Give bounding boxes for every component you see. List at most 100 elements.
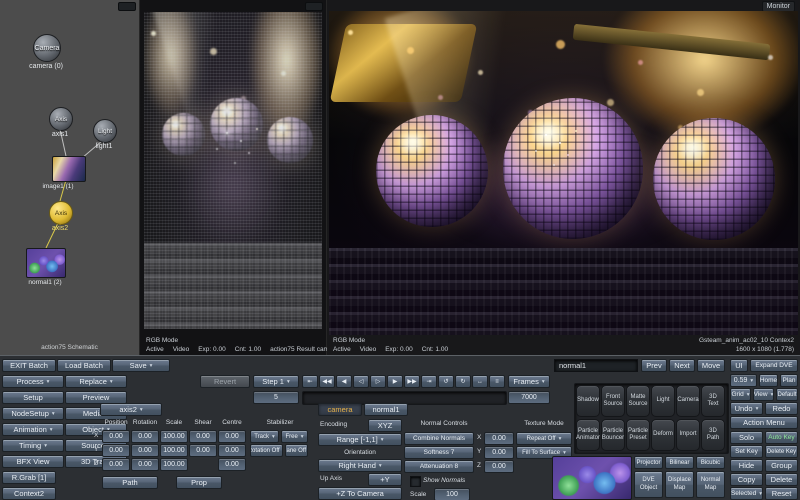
delete-button[interactable]: Delete: [765, 473, 798, 486]
current-object-name-field[interactable]: normal1: [554, 359, 638, 372]
node-setup-button[interactable]: NodeSetup: [2, 407, 64, 420]
step-forward-button[interactable]: ▷: [370, 375, 386, 388]
delete-key-button[interactable]: Delete Key: [765, 445, 798, 458]
ping-pong-button[interactable]: ↔: [472, 375, 488, 388]
bilinear-button[interactable]: Bilinear: [665, 456, 694, 469]
play-button[interactable]: ▶: [387, 375, 403, 388]
frames-dropdown[interactable]: Frames: [508, 375, 550, 388]
timing-button[interactable]: Timing: [2, 439, 64, 452]
timeline-options-button[interactable]: ≡: [489, 375, 505, 388]
bin-light-node[interactable]: Light: [651, 385, 675, 417]
hide-button[interactable]: Hide: [730, 459, 763, 472]
centre-z-field[interactable]: 0.00: [218, 458, 246, 471]
show-normals-checkbox[interactable]: [410, 476, 421, 487]
scale-y-field[interactable]: 100.00: [160, 444, 188, 457]
bin-3d-path-node[interactable]: 3D Path: [701, 419, 725, 451]
loop-reverse-button[interactable]: ↺: [438, 375, 454, 388]
play-reverse-button[interactable]: ◀: [336, 375, 352, 388]
centre-y-field[interactable]: 0.00: [218, 444, 246, 457]
normal-z-field[interactable]: 0.00: [484, 460, 514, 473]
go-to-start-button[interactable]: ⇤: [302, 375, 318, 388]
normal-map-button[interactable]: Normal Map: [696, 471, 725, 498]
stabilizer-track-dropdown[interactable]: Track: [250, 430, 279, 443]
monitor-contrast-value[interactable]: Cnt: 1.00: [422, 346, 448, 353]
path-button[interactable]: Path: [102, 476, 158, 489]
bicubic-button[interactable]: Bicubic: [696, 456, 725, 469]
monitor-active-label[interactable]: Active: [333, 346, 351, 353]
ui-button[interactable]: UI: [730, 359, 748, 372]
undo-button[interactable]: Undo: [730, 402, 763, 415]
normals-scale-field[interactable]: 100: [434, 488, 470, 500]
bin-import-node[interactable]: Import: [676, 419, 700, 451]
fast-forward-button[interactable]: ▶▶: [404, 375, 420, 388]
scale-x-field[interactable]: 100.00: [160, 430, 188, 443]
grid-dropdown[interactable]: Grid: [730, 388, 751, 401]
monitor-exposure-value[interactable]: Exp: 0.00: [385, 346, 412, 353]
bin-shadow-node[interactable]: Shadow: [576, 385, 600, 417]
rotation-z-field[interactable]: 0.00: [131, 458, 159, 471]
loop-button[interactable]: ↻: [455, 375, 471, 388]
bin-particle-preset-node[interactable]: Particle Preset: [626, 419, 650, 451]
normal-map-preview[interactable]: [552, 456, 632, 500]
replace-dropdown[interactable]: Replace: [65, 375, 127, 388]
process-button[interactable]: Process: [2, 375, 64, 388]
encoding-value-button[interactable]: XYZ: [368, 419, 402, 432]
schematic-node-camera[interactable]: Camera: [33, 34, 61, 62]
bin-camera-node[interactable]: Camera: [676, 385, 700, 417]
schematic-node-axis1[interactable]: Axis: [49, 107, 73, 131]
result-exposure-value[interactable]: Exp: 0.00: [198, 346, 225, 353]
bin-matte-source-node[interactable]: Matte Source: [626, 385, 650, 417]
up-axis-value-button[interactable]: +Y: [368, 473, 402, 486]
expand-dve-button[interactable]: Expand DVE: [750, 359, 798, 372]
centre-x-field[interactable]: 0.00: [218, 430, 246, 443]
z-to-camera-button[interactable]: +Z To Camera: [318, 487, 402, 500]
shear-y-field[interactable]: 0.00: [189, 444, 217, 457]
range-dropdown[interactable]: Range [-1,1]: [318, 433, 402, 446]
tab-camera[interactable]: camera: [318, 403, 362, 416]
next-object-button[interactable]: Next: [669, 359, 695, 372]
revert-button[interactable]: Revert: [200, 375, 250, 388]
displace-map-button[interactable]: Displace Map: [665, 471, 694, 498]
selected-dropdown[interactable]: Selected: [730, 487, 763, 500]
projector-button[interactable]: Projector: [634, 456, 663, 469]
repeat-mode-dropdown[interactable]: Repeat Off: [516, 432, 572, 445]
position-y-field[interactable]: 0.00: [102, 444, 130, 457]
position-x-field[interactable]: 0.00: [102, 430, 130, 443]
result-corner-controls[interactable]: [305, 2, 323, 11]
bin-3d-text-node[interactable]: 3D Text: [701, 385, 725, 417]
dve-object-button[interactable]: DVE Object: [634, 471, 663, 498]
plan-view-button[interactable]: Plan: [780, 374, 798, 387]
setup-button[interactable]: Setup: [2, 391, 64, 404]
bin-particle-animator-node[interactable]: Particle Animator: [576, 419, 600, 451]
shear-x-field[interactable]: 0.00: [189, 430, 217, 443]
bfx-view-button[interactable]: BFX View: [2, 455, 64, 468]
rotation-y-field[interactable]: 0.00: [131, 444, 159, 457]
reset-button[interactable]: Reset: [765, 487, 798, 500]
redo-button[interactable]: Redo: [765, 402, 798, 415]
bin-front-source-node[interactable]: Front Source: [601, 385, 625, 417]
result-video-label[interactable]: Video: [173, 346, 190, 353]
scale-z-field[interactable]: 100.00: [160, 458, 188, 471]
action-menu-button[interactable]: Action Menu: [730, 416, 798, 429]
go-to-end-button[interactable]: ⇥: [421, 375, 437, 388]
step-dropdown[interactable]: Step 1: [253, 375, 299, 388]
default-view-button[interactable]: Default: [776, 388, 798, 401]
right-hand-dropdown[interactable]: Right Hand: [318, 459, 402, 472]
position-z-field[interactable]: 0.00: [102, 458, 130, 471]
normal-x-field[interactable]: 0.00: [484, 432, 514, 445]
stabilizer-plane-mode-dropdown[interactable]: Plane Off: [285, 444, 308, 457]
exit-batch-button[interactable]: EXIT Batch: [2, 359, 56, 372]
result-active-label[interactable]: Active: [146, 346, 164, 353]
tab-normal1[interactable]: normal1: [364, 403, 408, 416]
end-frame-field[interactable]: 7000: [508, 391, 550, 404]
schematic-node-axis2[interactable]: Axis: [49, 201, 73, 225]
save-button[interactable]: Save: [112, 359, 170, 372]
zoom-factor-field[interactable]: 0.59: [730, 374, 757, 387]
set-key-button[interactable]: Set Key: [730, 445, 763, 458]
home-view-button[interactable]: Home: [759, 374, 778, 387]
auto-key-button[interactable]: Auto Key: [765, 431, 798, 444]
move-object-button[interactable]: Move: [697, 359, 725, 372]
schematic-node-normal1-thumbnail[interactable]: [26, 248, 66, 278]
monitor-video-label[interactable]: Video: [360, 346, 377, 353]
solo-button[interactable]: Solo: [730, 431, 763, 444]
